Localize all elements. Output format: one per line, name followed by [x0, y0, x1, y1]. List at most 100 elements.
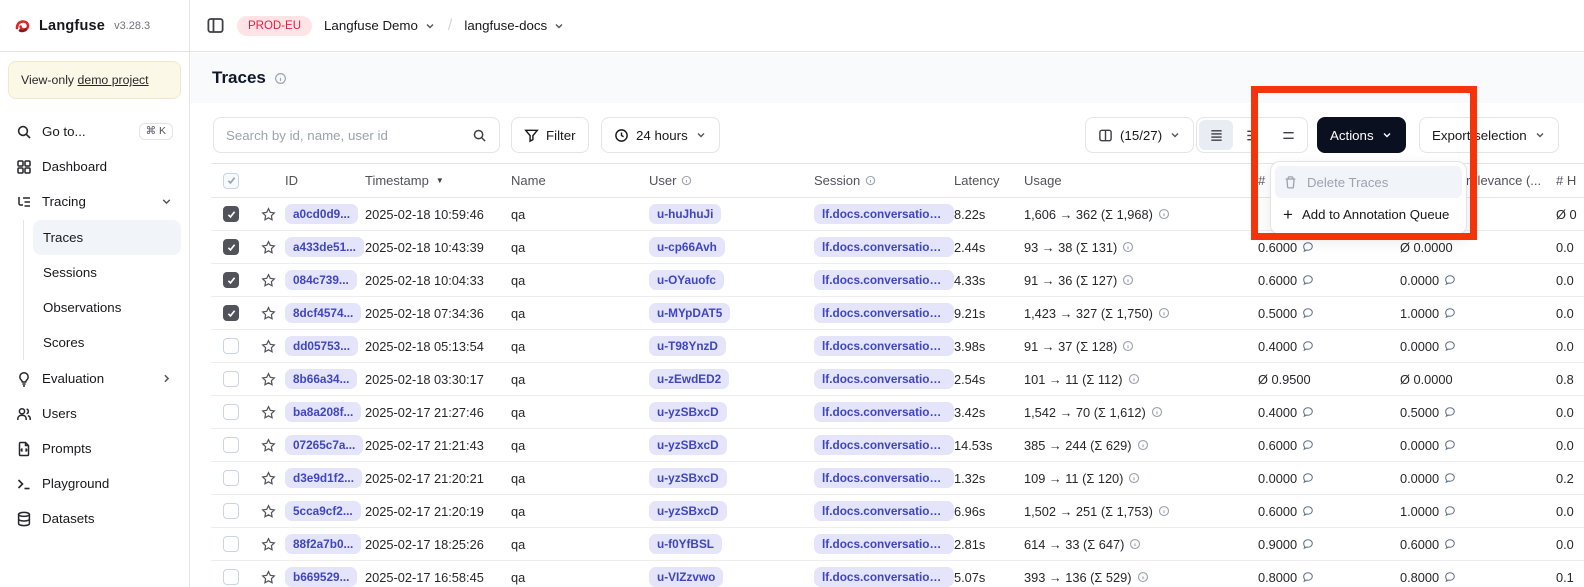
trace-id-badge[interactable]: 88f2a7b0...	[285, 534, 361, 554]
session-id-badge[interactable]: lf.docs.conversation...	[814, 468, 954, 488]
star-icon[interactable]	[261, 339, 276, 354]
table-row[interactable]: 5cca9cf2... 2025-02-17 21:20:19 qa u-yzS…	[211, 495, 1584, 528]
comment-icon[interactable]	[1444, 571, 1456, 583]
star-icon[interactable]	[261, 240, 276, 255]
user-id-badge[interactable]: u-yzSBxcD	[649, 468, 727, 488]
table-row[interactable]: 07265c7a... 2025-02-17 21:21:43 qa u-yzS…	[211, 429, 1584, 462]
trace-id-badge[interactable]: b669529...	[285, 567, 357, 587]
header-latency[interactable]: Latency	[954, 173, 1024, 188]
row-checkbox[interactable]	[223, 437, 239, 453]
session-id-badge[interactable]: lf.docs.conversation...	[814, 237, 954, 257]
trace-id-badge[interactable]: d3e9d1f2...	[285, 468, 362, 488]
header-usage[interactable]: Usage	[1024, 173, 1258, 188]
row-checkbox[interactable]	[223, 239, 239, 255]
trace-id-badge[interactable]: a433de51...	[285, 237, 364, 257]
star-icon[interactable]	[261, 372, 276, 387]
comment-icon[interactable]	[1302, 505, 1314, 517]
session-id-badge[interactable]: lf.docs.conversation...	[814, 402, 954, 422]
session-id-badge[interactable]: lf.docs.conversation...	[814, 336, 954, 356]
demo-project-link[interactable]: demo project	[78, 73, 149, 87]
row-height-medium-button[interactable]	[1235, 120, 1269, 150]
comment-icon[interactable]	[1444, 505, 1456, 517]
row-checkbox[interactable]	[223, 371, 239, 387]
row-height-small-button[interactable]	[1199, 120, 1233, 150]
trace-id-badge[interactable]: dd05753...	[285, 336, 358, 356]
session-id-badge[interactable]: lf.docs.conversation...	[814, 534, 954, 554]
search-icon[interactable]	[472, 128, 487, 143]
row-height-large-button[interactable]	[1271, 120, 1305, 150]
session-id-badge[interactable]: lf.docs.conversation...	[814, 204, 954, 224]
sidebar-item-prompts[interactable]: Prompts	[8, 431, 181, 466]
comment-icon[interactable]	[1302, 307, 1314, 319]
header-relevance[interactable]: relevance (...	[1466, 173, 1556, 188]
row-checkbox[interactable]	[223, 206, 239, 222]
star-icon[interactable]	[261, 471, 276, 486]
table-row[interactable]: a433de51... 2025-02-18 10:43:39 qa u-cp6…	[211, 231, 1584, 264]
row-checkbox[interactable]	[223, 404, 239, 420]
trace-id-badge[interactable]: 8b66a34...	[285, 369, 357, 389]
menu-item-add-to-annotation-queue[interactable]: + Add to Annotation Queue	[1275, 198, 1462, 230]
session-id-badge[interactable]: lf.docs.conversation...	[814, 435, 954, 455]
search-input[interactable]	[226, 128, 456, 143]
session-id-badge[interactable]: lf.docs.conversation...	[814, 567, 954, 587]
star-icon[interactable]	[261, 537, 276, 552]
header-user[interactable]: User	[649, 173, 814, 188]
user-id-badge[interactable]: u-T98YnzD	[649, 336, 726, 356]
user-id-badge[interactable]: u-zEwdED2	[649, 369, 729, 389]
sidebar-toggle-icon[interactable]	[206, 16, 225, 35]
star-icon[interactable]	[261, 405, 276, 420]
comment-icon[interactable]	[1302, 406, 1314, 418]
row-checkbox[interactable]	[223, 305, 239, 321]
star-icon[interactable]	[261, 306, 276, 321]
comment-icon[interactable]	[1302, 241, 1314, 253]
table-row[interactable]: b669529... 2025-02-17 16:58:45 qa u-VIZz…	[211, 561, 1584, 587]
comment-icon[interactable]	[1302, 274, 1314, 286]
user-id-badge[interactable]: u-f0YfBSL	[649, 534, 722, 554]
trace-id-badge[interactable]: 8dcf4574...	[285, 303, 361, 323]
header-id[interactable]: ID	[285, 173, 365, 188]
table-row[interactable]: ba8a208f... 2025-02-17 21:27:46 qa u-yzS…	[211, 396, 1584, 429]
star-icon[interactable]	[261, 273, 276, 288]
row-checkbox[interactable]	[223, 338, 239, 354]
header-session[interactable]: Session	[814, 173, 954, 188]
comment-icon[interactable]	[1444, 340, 1456, 352]
row-checkbox[interactable]	[223, 503, 239, 519]
time-range-button[interactable]: 24 hours	[601, 117, 720, 153]
table-row[interactable]: 88f2a7b0... 2025-02-17 18:25:26 qa u-f0Y…	[211, 528, 1584, 561]
header-name[interactable]: Name	[511, 173, 649, 188]
user-id-badge[interactable]: u-yzSBxcD	[649, 402, 727, 422]
star-icon[interactable]	[261, 438, 276, 453]
user-id-badge[interactable]: u-yzSBxcD	[649, 435, 727, 455]
session-id-badge[interactable]: lf.docs.conversation...	[814, 270, 954, 290]
row-checkbox[interactable]	[223, 536, 239, 552]
user-id-badge[interactable]: u-yzSBxcD	[649, 501, 727, 521]
export-selection-button[interactable]: Export selection	[1419, 117, 1559, 153]
trace-id-badge[interactable]: ba8a208f...	[285, 402, 361, 422]
trace-id-badge[interactable]: a0cd0d9...	[285, 204, 358, 224]
comment-icon[interactable]	[1444, 439, 1456, 451]
session-id-badge[interactable]: lf.docs.conversation...	[814, 369, 954, 389]
trace-id-badge[interactable]: 5cca9cf2...	[285, 501, 361, 521]
comment-icon[interactable]	[1302, 571, 1314, 583]
session-id-badge[interactable]: lf.docs.conversation...	[814, 501, 954, 521]
sidebar-item-tracing[interactable]: Tracing	[8, 184, 181, 219]
user-id-badge[interactable]: u-OYauofc	[649, 270, 724, 290]
table-row[interactable]: dd05753... 2025-02-18 05:13:54 qa u-T98Y…	[211, 330, 1584, 363]
row-checkbox[interactable]	[223, 470, 239, 486]
select-all-checkbox[interactable]	[223, 173, 239, 189]
actions-button[interactable]: Actions	[1317, 117, 1406, 153]
row-checkbox[interactable]	[223, 272, 239, 288]
comment-icon[interactable]	[1444, 406, 1456, 418]
sidebar-item-goto[interactable]: Go to... ⌘ K	[8, 114, 181, 149]
row-checkbox[interactable]	[223, 569, 239, 585]
session-id-badge[interactable]: lf.docs.conversation...	[814, 303, 954, 323]
sidebar-item-playground[interactable]: Playground	[8, 466, 181, 501]
comment-icon[interactable]	[1444, 472, 1456, 484]
filter-button[interactable]: Filter	[511, 117, 589, 153]
table-row[interactable]: d3e9d1f2... 2025-02-17 21:20:21 qa u-yzS…	[211, 462, 1584, 495]
table-row[interactable]: 8dcf4574... 2025-02-18 07:34:36 qa u-MYp…	[211, 297, 1584, 330]
sidebar-item-sessions[interactable]: Sessions	[33, 255, 181, 290]
comment-icon[interactable]	[1444, 274, 1456, 286]
project-selector[interactable]: langfuse-docs	[464, 18, 565, 33]
star-icon[interactable]	[261, 504, 276, 519]
